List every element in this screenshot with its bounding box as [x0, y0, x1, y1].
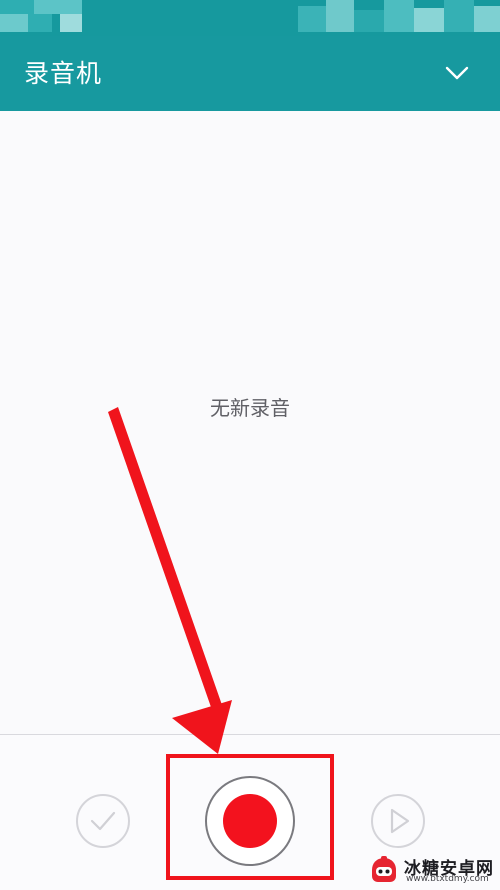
status-bar-pixel	[0, 14, 28, 32]
status-bar-pixel	[326, 0, 354, 32]
status-bar	[0, 0, 500, 36]
recordings-area: 无新录音	[0, 111, 500, 734]
chevron-down-icon[interactable]	[444, 60, 470, 86]
checkmark-icon	[90, 811, 116, 831]
status-bar-pixel	[414, 8, 444, 32]
status-bar-pixel	[444, 0, 474, 32]
play-icon	[390, 808, 410, 834]
watermark-logo-icon	[372, 856, 396, 882]
status-bar-pixel	[354, 10, 384, 32]
app-header: 录音机	[0, 36, 500, 111]
status-bar-pixel	[384, 0, 414, 32]
app-title: 录音机	[24, 59, 103, 88]
record-icon	[223, 794, 277, 848]
empty-state-text: 无新录音	[210, 396, 290, 420]
status-bar-pixel	[474, 6, 500, 32]
recorder-app: 录音机 无新录音 冰糖安卓网 www.btxtdmy.com	[0, 0, 500, 890]
status-bar-pixel	[298, 6, 326, 32]
watermark: 冰糖安卓网 www.btxtdmy.com	[368, 852, 498, 888]
play-button[interactable]	[371, 794, 425, 848]
record-button[interactable]	[205, 776, 295, 866]
watermark-url: www.btxtdmy.com	[406, 874, 489, 884]
status-bar-pixel	[0, 0, 34, 14]
status-bar-pixel	[60, 14, 82, 32]
status-bar-pixel	[28, 14, 52, 32]
status-bar-pixel	[34, 0, 82, 14]
confirm-button[interactable]	[76, 794, 130, 848]
